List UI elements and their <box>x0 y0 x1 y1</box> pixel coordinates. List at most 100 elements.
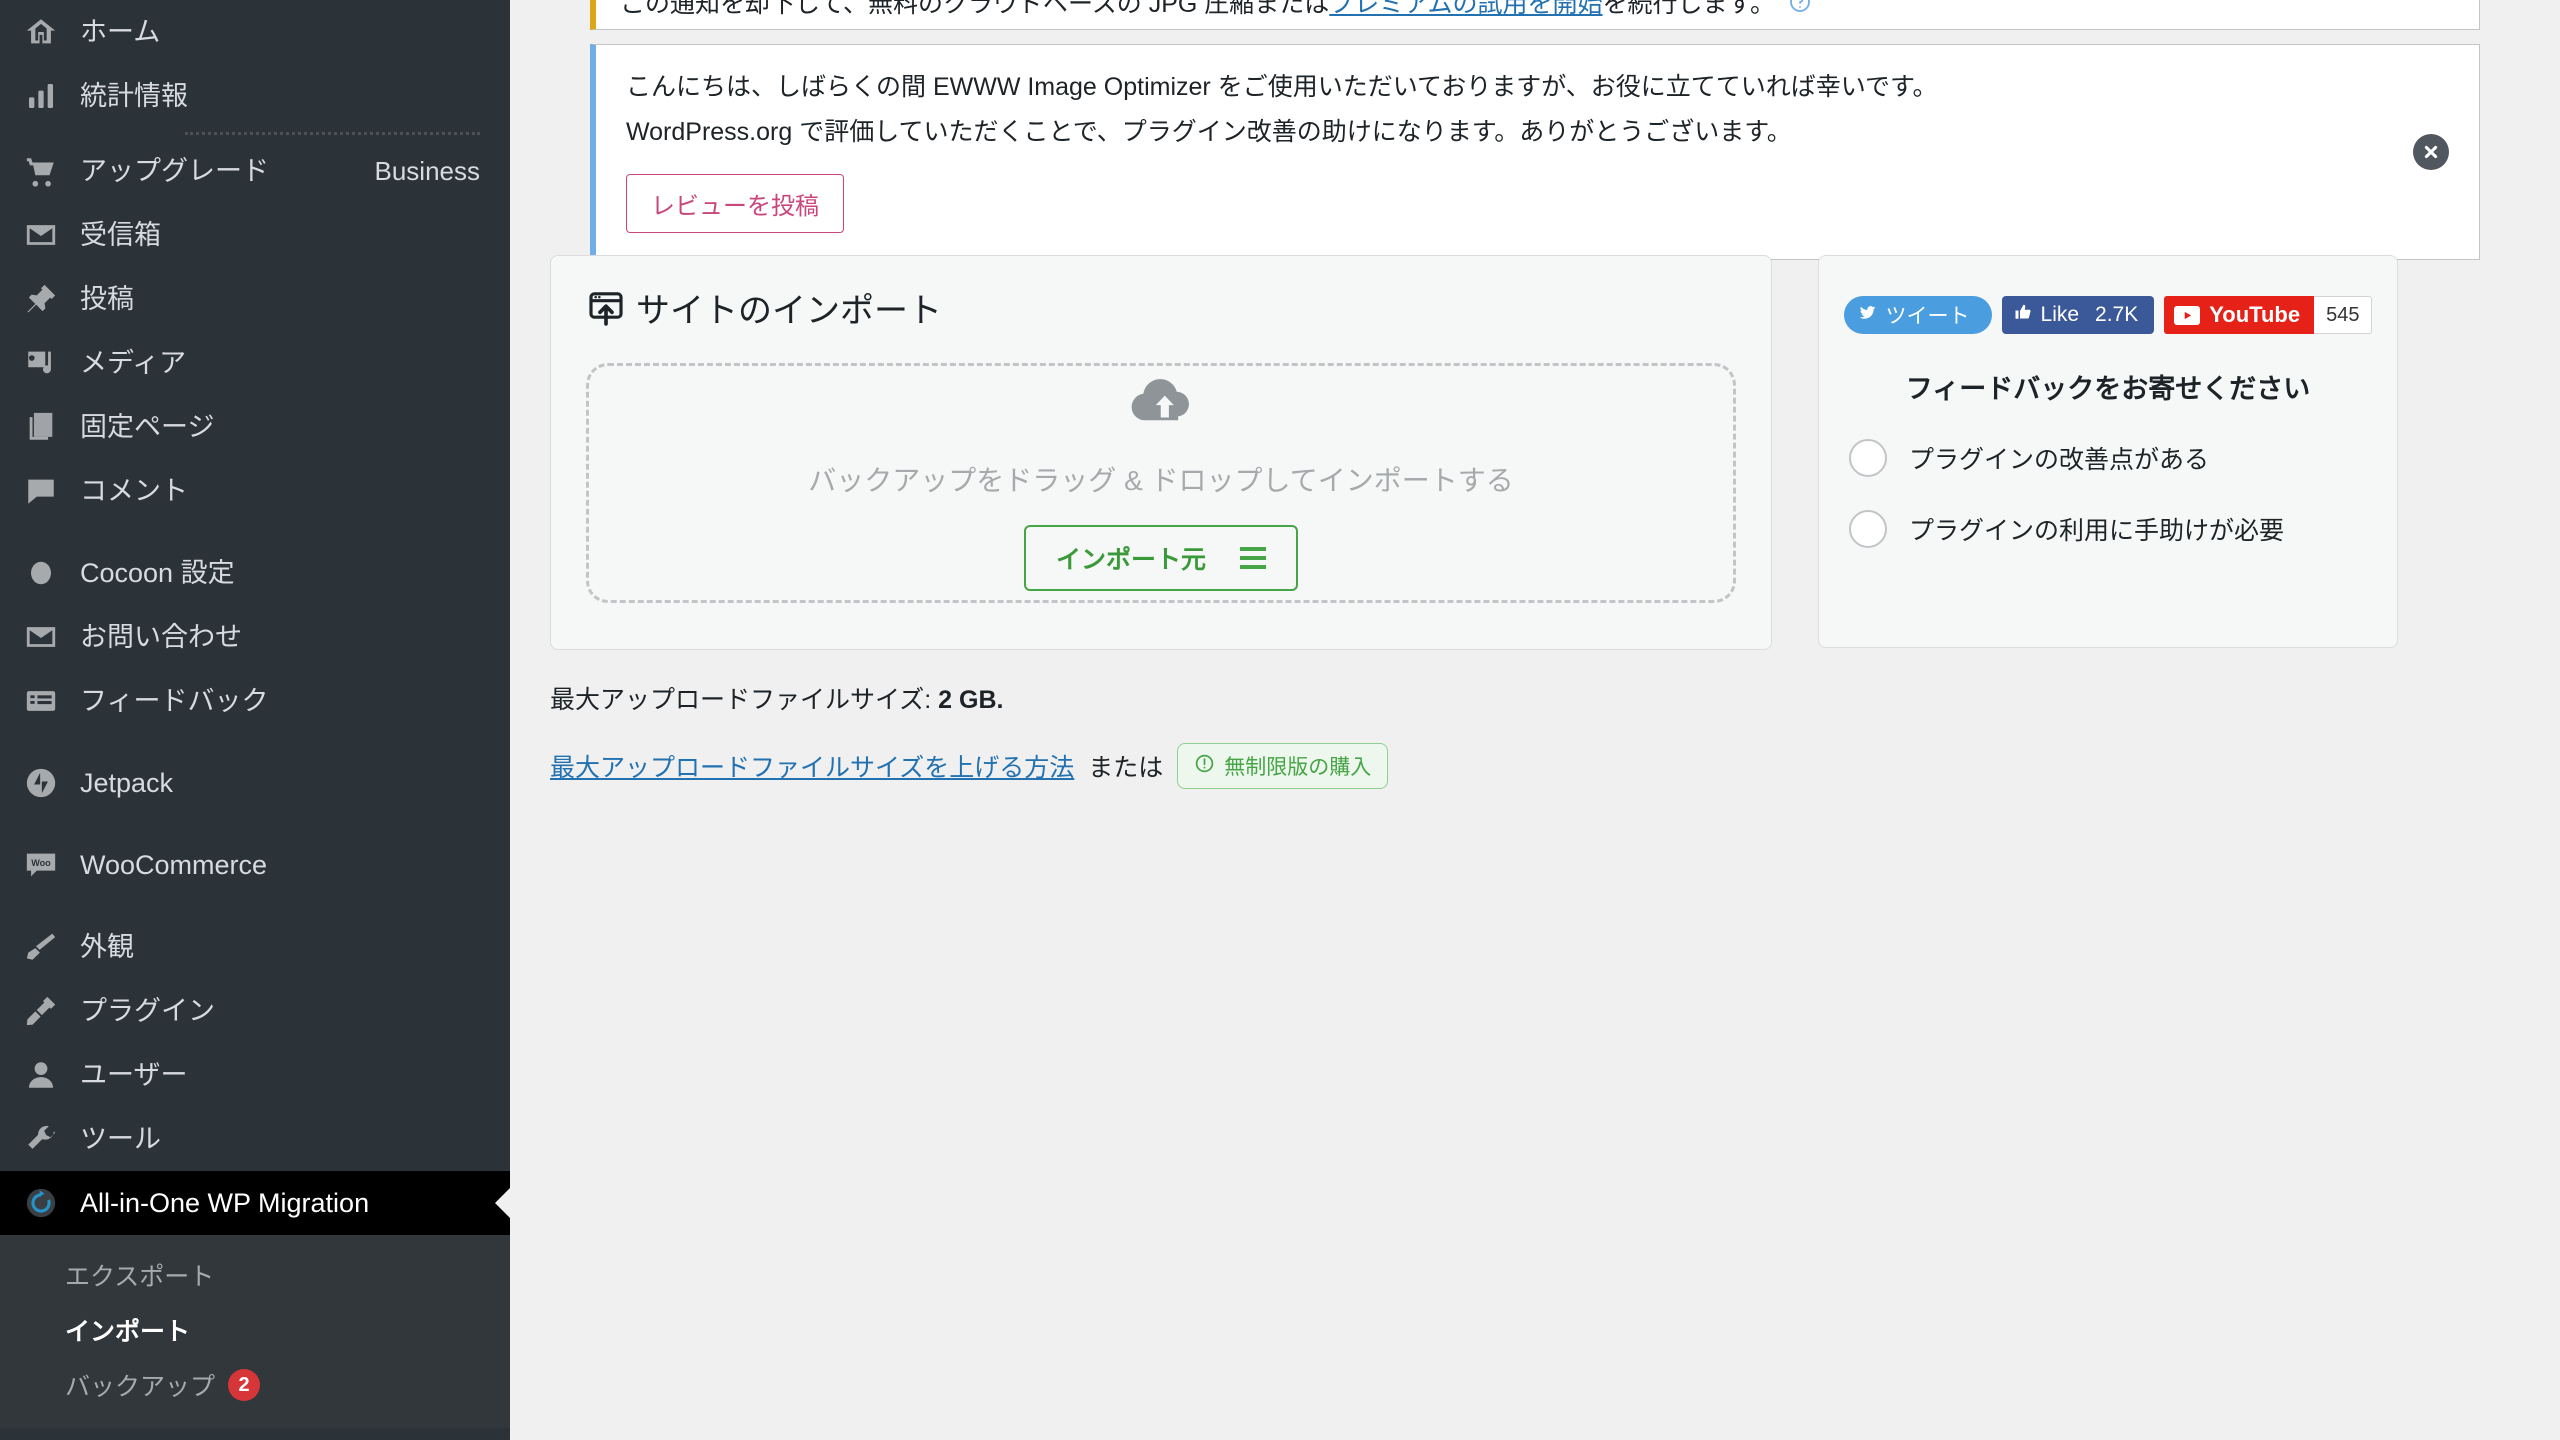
sidebar-item-contact[interactable]: お問い合わせ <box>0 605 510 669</box>
sidebar-item-label: All-in-One WP Migration <box>80 1187 370 1218</box>
home-icon <box>18 9 64 55</box>
sidebar-item-posts[interactable]: 投稿 <box>0 267 510 331</box>
feedback-option-label: プラグインの利用に手助けが必要 <box>1909 517 2285 545</box>
or-text: または <box>1088 754 1164 782</box>
max-upload-size-label: 最大アップロードファイルサイズ: <box>550 686 932 714</box>
page-title: サイトのインポート <box>636 291 942 330</box>
sidebar-item-label: 固定ページ <box>80 411 215 442</box>
sidebar-item-label: アップグレード <box>80 155 269 186</box>
sidebar-item-cocoon[interactable]: Cocoon 設定 <box>0 541 510 605</box>
facebook-like-button[interactable]: Like 2.7K <box>2001 296 2155 334</box>
sidebar-item-inbox[interactable]: 受信箱 <box>0 203 510 267</box>
import-dropzone[interactable]: バックアップをドラッグ & ドロップしてインポートする インポート元 <box>586 363 1736 603</box>
ewww-review-notice: こんにちは、しばらくの間 EWWW Image Optimizer をご使用いた… <box>590 44 2480 260</box>
sidebar-item-comments[interactable]: コメント <box>0 459 510 523</box>
site-import-panel: サイトのインポート バックアップをドラッグ & ドロップしてインポートする イン… <box>550 255 1772 650</box>
sidebar-item-label: 受信箱 <box>80 219 161 250</box>
buy-unlimited-label: 無制限版の購入 <box>1224 756 1372 779</box>
ewww-review-line-2: WordPress.org で評価していただくことで、プラグイン改善の助けになり… <box>626 118 1792 147</box>
sidebar-item-label: 外観 <box>80 931 134 962</box>
youtube-subscribe-group: YouTube 545 <box>2164 296 2373 334</box>
sidebar-item-label: プラグイン <box>80 995 215 1026</box>
sidebar-item-label: フィードバック <box>80 685 269 716</box>
sidebar-item-home[interactable]: ホーム <box>0 0 510 64</box>
svg-text:Woo: Woo <box>31 858 51 868</box>
screen: ホーム 統計情報 アップグレード Business 受信箱 投稿 メディア 固定… <box>0 0 2560 1440</box>
import-from-button[interactable]: インポート元 <box>1023 524 1298 591</box>
sidebar-item-feedback[interactable]: フィードバック <box>0 669 510 733</box>
envelope-icon <box>18 212 64 258</box>
sidebar-item-label: Cocoon 設定 <box>80 557 235 588</box>
sidebar-item-label: コメント <box>80 475 188 506</box>
user-icon <box>18 1052 64 1098</box>
sidebar-subitem-label: インポート <box>65 1317 191 1346</box>
sidebar-item-plugins[interactable]: プラグイン <box>0 979 510 1043</box>
youtube-button-label: YouTube <box>2209 302 2301 327</box>
sidebar-divider <box>185 132 480 135</box>
max-upload-size-line: 最大アップロードファイルサイズ: 2 GB. <box>550 680 1003 716</box>
tweet-button-label: ツイート <box>1885 305 1970 328</box>
sidebar-subitem-export[interactable]: エクスポート <box>0 1247 510 1302</box>
youtube-button[interactable]: YouTube <box>2164 296 2315 334</box>
sidebar-plan-badge: Business <box>374 155 481 186</box>
tweet-button[interactable]: ツイート <box>1843 296 1992 334</box>
sidebar-item-media[interactable]: メディア <box>0 331 510 395</box>
social-buttons-row: ツイート Like 2.7K YouTube 545 <box>1819 256 2397 334</box>
sidebar-subitem-label: バックアップ <box>65 1372 216 1401</box>
sidebar-item-pages[interactable]: 固定ページ <box>0 395 510 459</box>
youtube-play-icon <box>2174 305 2201 325</box>
sidebar-submenu: エクスポート インポート バックアップ 2 <box>0 1235 510 1428</box>
sidebar-item-stats[interactable]: 統計情報 <box>0 64 510 128</box>
submit-review-button[interactable]: レビューを投稿 <box>626 173 844 233</box>
sidebar-item-jetpack[interactable]: Jetpack <box>0 751 510 815</box>
cocoon-icon <box>18 550 64 596</box>
media-icon <box>18 340 64 386</box>
close-circle-icon[interactable] <box>2413 133 2449 170</box>
sidebar-item-label: メディア <box>80 347 187 378</box>
max-upload-size-actions: 最大アップロードファイルサイズを上げる方法 または 無制限版の購入 <box>550 743 1389 789</box>
notice-text-before: この通知を却下して、無料のクラウドベースの JPG 圧縮または <box>620 0 1330 19</box>
hamburger-icon <box>1240 546 1266 569</box>
feedback-title: フィードバックをお寄せください <box>1905 374 2311 404</box>
sidebar-item-label: 投稿 <box>80 283 134 314</box>
feedback-icon <box>18 678 64 724</box>
cart-icon <box>18 148 64 194</box>
sidebar-subitem-backups[interactable]: バックアップ 2 <box>0 1357 510 1412</box>
chart-bar-icon <box>18 73 64 119</box>
sidebar-item-woocommerce[interactable]: Woo WooCommerce <box>0 833 510 897</box>
sidebar-item-all-in-one-wp-migration[interactable]: All-in-One WP Migration <box>0 1171 510 1235</box>
feedback-option-help[interactable]: プラグインの利用に手助けが必要 <box>1849 510 2397 548</box>
feedback-panel: ツイート Like 2.7K YouTube 545 フィードバックをお寄せくだ… <box>1818 255 2398 648</box>
facebook-like-label: Like <box>2040 303 2080 326</box>
sidebar-subitem-label: エクスポート <box>65 1262 215 1291</box>
dropzone-text: バックアップをドラッグ & ドロップしてインポートする <box>808 464 1514 496</box>
sidebar-item-label: WooCommerce <box>80 849 268 880</box>
increase-max-size-link[interactable]: 最大アップロードファイルサイズを上げる方法 <box>550 748 1074 784</box>
ewww-review-line-1: こんにちは、しばらくの間 EWWW Image Optimizer をご使用いた… <box>626 73 1938 101</box>
aiowpm-icon <box>18 1180 64 1226</box>
sidebar-item-users[interactable]: ユーザー <box>0 1043 510 1107</box>
help-circle-icon[interactable] <box>1788 0 1812 26</box>
sidebar-item-settings[interactable]: 設定 <box>0 1428 510 1440</box>
pin-icon <box>18 276 64 322</box>
youtube-subscriber-count: 545 <box>2314 296 2373 334</box>
radio-button[interactable] <box>1849 439 1887 477</box>
sidebar-item-upgrade[interactable]: アップグレード Business <box>0 139 510 203</box>
thumbs-up-icon <box>2014 303 2032 327</box>
buy-unlimited-badge[interactable]: 無制限版の購入 <box>1177 743 1389 789</box>
sidebar-item-tools[interactable]: ツール <box>0 1107 510 1171</box>
feedback-option-improvement[interactable]: プラグインの改善点がある <box>1849 439 2397 477</box>
sidebar-item-label: お問い合わせ <box>80 621 242 652</box>
radio-button[interactable] <box>1849 510 1887 548</box>
site-import-header: サイトのインポート <box>551 256 1771 333</box>
notice-text-after: を続行します。 <box>1602 0 1776 19</box>
premium-trial-link[interactable]: プレミアムの試用を開始 <box>1329 0 1602 18</box>
sidebar-item-appearance[interactable]: 外観 <box>0 915 510 979</box>
max-upload-size-value: 2 GB. <box>938 686 1004 714</box>
exclamation-circle-icon <box>1194 753 1215 780</box>
comment-icon <box>18 468 64 514</box>
jetpack-icon <box>18 760 64 806</box>
sidebar-subitem-import[interactable]: インポート <box>0 1302 510 1357</box>
